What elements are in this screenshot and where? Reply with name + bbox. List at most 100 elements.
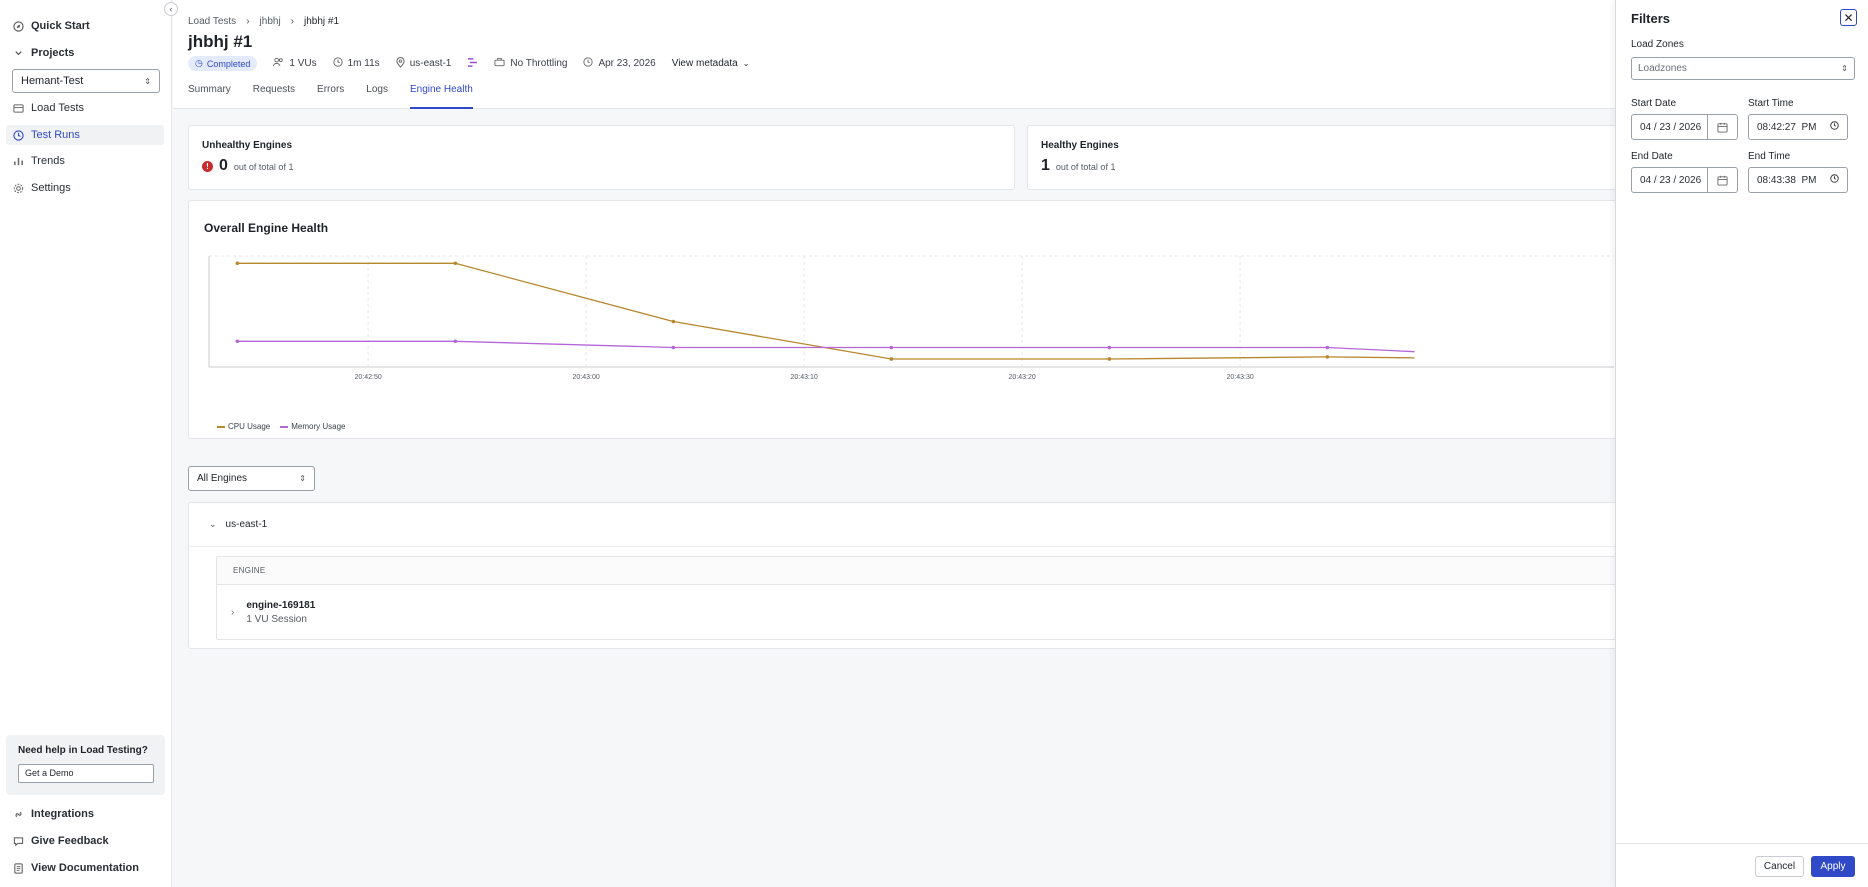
status-text: Completed xyxy=(206,58,251,69)
sidebar-item-integrations[interactable]: Integrations xyxy=(12,804,94,824)
engine-sub: 1 VU Session xyxy=(246,614,307,625)
tab-bar: Summary Requests Errors Logs Engine Heal… xyxy=(188,84,473,109)
table-row[interactable]: › engine-169181 1 VU Session xyxy=(217,586,1628,639)
calendar-icon[interactable] xyxy=(1707,115,1737,139)
tab-requests[interactable]: Requests xyxy=(253,84,295,109)
get-demo-button[interactable]: Get a Demo xyxy=(18,764,154,783)
tab-errors[interactable]: Errors xyxy=(317,84,344,109)
load-zones-label: Load Zones xyxy=(1631,39,1684,50)
start-date-value: 04 / 23 / 2026 xyxy=(1640,121,1702,133)
end-time-value: 08:43:38 PM xyxy=(1757,174,1817,186)
data-point[interactable] xyxy=(453,261,458,266)
data-point[interactable] xyxy=(1325,355,1330,359)
sidebar-item-label: Projects xyxy=(31,47,75,59)
tab-summary[interactable]: Summary xyxy=(188,84,231,109)
compass-icon xyxy=(12,20,24,32)
region-value: us-east-1 xyxy=(409,58,452,69)
data-point[interactable] xyxy=(671,345,676,350)
region-group-label: us-east-1 xyxy=(225,519,268,530)
main-content: Load Tests › jhbhj › jhbhj #1 jhbhj #1 ◷… xyxy=(173,0,1629,887)
sidebar-item-view-documentation[interactable]: View Documentation xyxy=(12,858,139,878)
collapse-sidebar-button[interactable]: ‹ xyxy=(164,2,178,16)
throttling-value: No Throttling xyxy=(510,58,568,69)
sidebar-item-label: Integrations xyxy=(31,808,94,820)
link-icon xyxy=(12,808,24,820)
duration-value: 1m 11s xyxy=(347,58,380,69)
start-date-label: Start Date xyxy=(1631,98,1677,109)
legend-item-memory[interactable]: Memory Usage xyxy=(280,422,346,431)
sidebar-item-test-runs[interactable]: Test Runs xyxy=(6,125,164,145)
tab-engine-health[interactable]: Engine Health xyxy=(409,84,473,109)
engine-filter-select[interactable]: All Engines ⇕ xyxy=(188,466,315,491)
breadcrumb-load-tests[interactable]: Load Tests xyxy=(188,16,236,27)
run-meta: ◷ Completed 1 VUs 1m 11s us-east-1 No Th… xyxy=(188,56,749,71)
engine-health-chart-card: Overall Engine Health 20:42:50 20:43:00 20… xyxy=(188,200,1628,439)
tab-logs[interactable]: Logs xyxy=(366,84,388,109)
network-icon xyxy=(494,57,505,70)
data-point[interactable] xyxy=(235,339,240,344)
load-zones-placeholder: Loadzones xyxy=(1638,63,1687,74)
breadcrumb-test[interactable]: jhbhj xyxy=(260,16,281,27)
data-point[interactable] xyxy=(453,339,458,344)
clock-icon[interactable] xyxy=(1830,174,1847,186)
view-metadata-button[interactable]: View metadata ⌄ xyxy=(672,58,750,69)
apply-button[interactable]: Apply xyxy=(1811,856,1855,877)
region-group-header[interactable]: ⌄ us-east-1 xyxy=(189,503,1629,547)
sidebar-section-projects[interactable]: Projects xyxy=(12,43,74,63)
location-pin-icon xyxy=(396,56,405,71)
gear-icon xyxy=(12,182,24,194)
updown-chevron-icon: ⇕ xyxy=(1841,64,1848,73)
clock-icon[interactable] xyxy=(1830,121,1847,133)
sidebar: Quick Start Projects Hemant-Test ⇕ Load … xyxy=(0,0,172,887)
chevron-down-icon xyxy=(12,47,24,59)
data-point[interactable] xyxy=(889,345,894,350)
data-point[interactable] xyxy=(889,357,894,361)
filters-title: Filters xyxy=(1631,11,1671,26)
start-date-field[interactable]: 04 / 23 / 2026 xyxy=(1631,114,1738,140)
sidebar-item-settings[interactable]: Settings xyxy=(12,178,71,198)
sidebar-item-quick-start[interactable]: Quick Start xyxy=(12,16,90,36)
page-header: Load Tests › jhbhj › jhbhj #1 jhbhj #1 ◷… xyxy=(173,0,1615,109)
start-time-field[interactable]: 08:42:27 PM xyxy=(1748,114,1848,140)
legend-label: CPU Usage xyxy=(228,422,271,431)
engine-name: engine-169181 xyxy=(246,600,316,611)
view-metadata-label: View metadata xyxy=(671,58,738,69)
sidebar-item-label: Load Tests xyxy=(31,102,85,114)
region-meta: us-east-1 xyxy=(396,56,452,71)
throttling-meta: No Throttling xyxy=(494,57,567,70)
breadcrumb: Load Tests › jhbhj › jhbhj #1 xyxy=(188,16,339,27)
healthy-engines-title: Healthy Engines xyxy=(1041,140,1119,151)
data-point[interactable] xyxy=(1107,357,1112,361)
cancel-button[interactable]: Cancel xyxy=(1755,856,1804,877)
data-point[interactable] xyxy=(1325,345,1330,350)
end-date-field[interactable]: 04 / 23 / 2026 xyxy=(1631,167,1738,193)
legend-item-cpu[interactable]: CPU Usage xyxy=(217,422,270,431)
calendar-icon[interactable] xyxy=(1707,168,1737,192)
breadcrumb-current: jhbhj #1 xyxy=(304,16,340,27)
chevron-down-icon: ⌄ xyxy=(209,519,217,529)
error-icon: ! xyxy=(202,160,213,172)
healthy-engines-sub: out of total of 1 xyxy=(1055,162,1116,172)
sidebar-item-trends[interactable]: Trends xyxy=(12,151,65,171)
sidebar-item-label: Test Runs xyxy=(31,129,80,141)
unhealthy-engines-sub: out of total of 1 xyxy=(233,162,294,172)
document-icon xyxy=(12,862,24,874)
end-time-field[interactable]: 08:43:38 PM xyxy=(1748,167,1848,193)
data-point[interactable] xyxy=(235,261,240,266)
end-date-value: 04 / 23 / 2026 xyxy=(1640,174,1702,186)
data-point[interactable] xyxy=(1107,345,1112,350)
clock-icon xyxy=(583,57,594,70)
end-date-label: End Date xyxy=(1631,151,1673,162)
engine-table: ENGINE › engine-169181 1 VU Session xyxy=(216,556,1629,640)
load-zones-select[interactable]: Loadzones ⇕ xyxy=(1631,57,1855,80)
chart-title: Overall Engine Health xyxy=(204,221,329,235)
engine-table-header: ENGINE xyxy=(217,557,1628,585)
sidebar-item-label: Quick Start xyxy=(31,20,90,32)
sidebar-item-give-feedback[interactable]: Give Feedback xyxy=(12,831,109,851)
sidebar-item-load-tests[interactable]: Load Tests xyxy=(12,98,84,118)
project-select-value: Hemant-Test xyxy=(21,75,84,87)
project-select[interactable]: Hemant-Test ⇕ xyxy=(12,69,160,93)
close-filters-button[interactable]: ✕ xyxy=(1840,9,1857,26)
data-point[interactable] xyxy=(671,319,676,324)
chevron-right-icon[interactable]: › xyxy=(231,607,234,618)
